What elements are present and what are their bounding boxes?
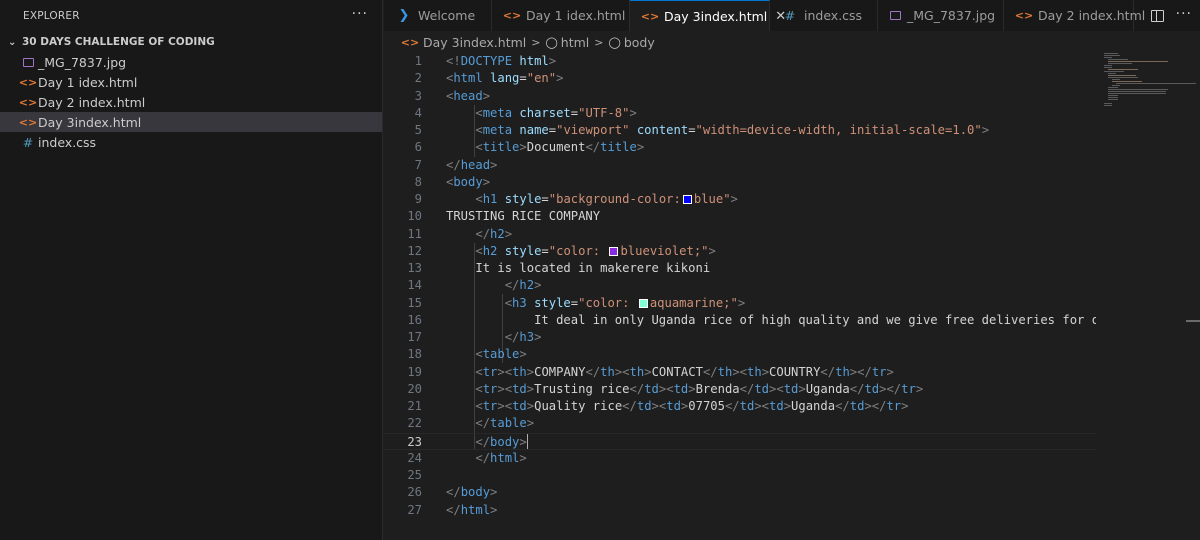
css-icon: # [22, 134, 34, 150]
file-item-mg-7837[interactable]: _MG_7837.jpg [0, 52, 382, 72]
code-line: 3 <head> [414, 88, 491, 103]
breadcrumb-file[interactable]: Day 3index.html [423, 35, 526, 50]
color-swatch-blue[interactable] [682, 195, 692, 204]
code-line: 16 It deal in only Uganda rice of high q… [407, 312, 1096, 327]
code-line: 17 </h3> [407, 330, 542, 344]
explorer-sidebar: EXPLORER ··· ⌄ 30 DAYS CHALLENGE OF CODI… [0, 0, 383, 540]
file-item-day2[interactable]: <> Day 2 index.html [0, 92, 382, 112]
editor-tabs: ❯ Welcome <> Day 1 idex.html <> Day 3ind… [384, 0, 1200, 31]
breadcrumb: <> Day 3index.html > ◯ html > ◯ body [384, 31, 1200, 53]
tab-day3[interactable]: <> Day 3index.html ✕ [630, 0, 786, 31]
split-editor-icon[interactable] [1150, 9, 1164, 22]
tab-label: Day 2 index.html [1038, 8, 1146, 23]
html-icon: <> [18, 115, 38, 129]
breadcrumb-html[interactable]: html [561, 35, 589, 50]
code-line: 5 <meta name="viewport" content="width=d… [414, 123, 990, 137]
file-item-index-css[interactable]: # index.css [0, 132, 382, 152]
text-cursor [526, 433, 529, 449]
tab-label: Day 3index.html [664, 8, 768, 24]
code-line: 13 It is located in makerere kikoni [407, 261, 711, 275]
color-swatch-aquamarine[interactable] [638, 298, 648, 308]
code-line: 14 </h2> [407, 278, 542, 293]
element-icon: ◯ [608, 35, 621, 49]
chevron-right-icon: > [531, 35, 541, 49]
file-label: Day 2 index.html [38, 94, 146, 110]
code-line: 24 </html> [407, 450, 527, 465]
html-icon: <> [400, 35, 420, 49]
code-line: 25 [407, 468, 422, 482]
tab-actions: ··· [1150, 0, 1192, 31]
code-line: 15 <h3 style="color: aquamarine;"> [407, 295, 746, 310]
more-actions-icon[interactable]: ··· [352, 6, 368, 22]
file-label: Day 1 idex.html [38, 74, 138, 90]
file-label: Day 3index.html [38, 114, 142, 130]
code-line: 4 <meta charset="UTF-8"> [414, 105, 637, 120]
html-icon: <> [1014, 9, 1034, 22]
chevron-right-icon: > [594, 35, 604, 49]
code-line: 21 <tr><td>Quality rice</td><td>07705</t… [407, 399, 909, 413]
code-line-current: 23 </body> [384, 432, 1096, 450]
color-swatch-blueviolet[interactable] [609, 246, 619, 256]
tab-day1[interactable]: <> Day 1 idex.html [492, 0, 630, 31]
code-line: 7 </head> [414, 157, 498, 172]
code-line: 8 <body> [414, 174, 491, 189]
image-icon [20, 57, 36, 67]
tab-mg-7837[interactable]: _MG_7837.jpg [878, 0, 1004, 31]
tab-day2[interactable]: <> Day 2 index.html [1004, 0, 1145, 31]
file-item-day3[interactable]: <> Day 3index.html [0, 112, 382, 132]
element-icon: ◯ [545, 35, 558, 49]
code-line: 26 </body> [407, 485, 498, 500]
tab-label: Day 1 idex.html [526, 8, 626, 23]
more-actions-icon[interactable]: ··· [1176, 6, 1192, 22]
code-line: 10 TRUSTING RICE COMPANY [407, 209, 601, 224]
code-line: 9 <h1 style="background-color: blue"> [414, 192, 738, 206]
code-line: 22 </table> [407, 416, 535, 431]
file-item-day1[interactable]: <> Day 1 idex.html [0, 72, 382, 92]
vscode-icon: ❯ [398, 8, 410, 23]
code-line: 19 <tr><th>COMPANY</th><th>CONTACT</th><… [407, 364, 894, 379]
code-line: 27 </html> [407, 502, 498, 517]
code-line: 11 </h2> [407, 226, 513, 241]
tab-welcome[interactable]: ❯ Welcome [384, 0, 492, 31]
code-editor[interactable]: 1 <!DOCTYPE html> 2 <html lang="en"> 3 <hea… [384, 53, 1096, 540]
folder-label: 30 DAYS CHALLENGE OF CODING [22, 36, 215, 48]
html-icon: <> [502, 9, 522, 22]
html-icon: <> [18, 95, 38, 109]
code-line: 12 <h2 style="color: blueviolet;"> [407, 243, 716, 258]
code-line: 6 <title>Document</title> [414, 140, 645, 155]
minimap[interactable] [1096, 53, 1200, 540]
tab-index-css[interactable]: # index.css [770, 0, 878, 31]
tab-label: _MG_7837.jpg [907, 8, 996, 23]
file-label: index.css [38, 134, 97, 150]
code-line: 20 <tr><td>Trusting rice</td><td>Brenda<… [407, 381, 924, 396]
explorer-header: EXPLORER ··· [0, 0, 382, 31]
folder-30-days-challenge[interactable]: ⌄ 30 DAYS CHALLENGE OF CODING [0, 32, 382, 52]
tab-label: index.css [804, 8, 863, 23]
html-icon: <> [640, 9, 660, 23]
file-label: _MG_7837.jpg [38, 54, 127, 70]
breadcrumb-body[interactable]: body [624, 35, 655, 50]
html-icon: <> [18, 75, 38, 89]
code-line: 18 <table> [407, 347, 527, 362]
code-line: 2 <html lang="en"> [414, 71, 564, 86]
tab-label: Welcome [418, 8, 476, 23]
css-icon: # [784, 8, 796, 23]
scrollbar-marker[interactable] [1186, 320, 1200, 322]
code-line: 1 <!DOCTYPE html> [414, 54, 557, 68]
explorer-title: EXPLORER [23, 9, 80, 22]
chevron-down-icon: ⌄ [8, 36, 17, 48]
image-icon [890, 11, 901, 20]
